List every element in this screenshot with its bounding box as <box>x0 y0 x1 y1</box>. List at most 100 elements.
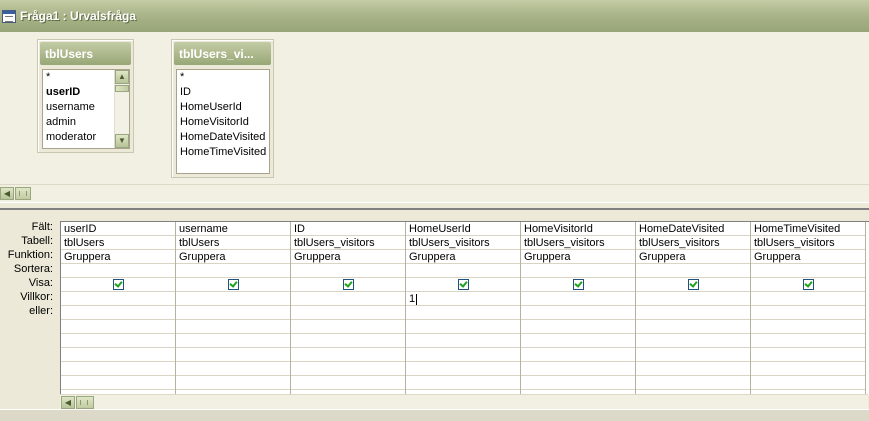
empty-cell[interactable] <box>61 376 175 390</box>
grid-column-7[interactable]: HomeTimeVisited tblUsers_visitors Gruppe… <box>751 222 866 395</box>
show-checkbox[interactable] <box>227 278 239 290</box>
empty-cell[interactable] <box>636 348 750 362</box>
query-window-icon[interactable] <box>2 10 16 23</box>
grid-column-6[interactable]: HomeDateVisited tblUsers_visitors Gruppe… <box>636 222 751 395</box>
criteria-value[interactable]: 1 <box>409 293 415 305</box>
criteria-cell[interactable] <box>636 292 750 306</box>
table-cell[interactable]: tblUsers_visitors <box>636 236 750 250</box>
field-cell[interactable]: HomeTimeVisited <box>751 222 865 236</box>
empty-cell[interactable] <box>61 348 175 362</box>
window-title-bar[interactable]: Fråga1 : Urvalsfråga <box>0 0 869 33</box>
sort-cell[interactable] <box>636 264 750 278</box>
scroll-left-arrow-icon[interactable]: ◀ <box>0 187 14 200</box>
function-cell[interactable]: Gruppera <box>521 250 635 264</box>
field-cell[interactable]: userID <box>61 222 175 236</box>
scrollbar-thumb[interactable] <box>115 85 129 92</box>
show-checkbox[interactable] <box>572 278 584 290</box>
or-cell[interactable] <box>751 306 865 320</box>
sort-cell[interactable] <box>521 264 635 278</box>
empty-cell[interactable] <box>636 376 750 390</box>
field-item[interactable]: ID <box>177 85 269 100</box>
empty-cell[interactable] <box>176 376 290 390</box>
scroll-down-arrow-icon[interactable]: ▼ <box>115 134 129 148</box>
table-cell[interactable]: tblUsers_visitors <box>521 236 635 250</box>
field-cell[interactable]: HomeVisitorId <box>521 222 635 236</box>
scroll-left-arrow-icon[interactable]: ◀ <box>61 396 75 409</box>
sort-cell[interactable] <box>751 264 865 278</box>
show-checkbox[interactable] <box>342 278 354 290</box>
or-cell[interactable] <box>521 306 635 320</box>
field-list-tblUsers[interactable]: tblUsers * userID username admin moderat… <box>37 39 134 153</box>
empty-cell[interactable] <box>61 362 175 376</box>
field-item[interactable]: HomeDateVisited <box>177 130 269 145</box>
show-cell[interactable] <box>291 278 405 292</box>
empty-cell[interactable] <box>521 348 635 362</box>
empty-cell[interactable] <box>291 348 405 362</box>
empty-cell[interactable] <box>176 320 290 334</box>
field-item[interactable]: HomeTimeVisited <box>177 145 269 160</box>
field-list-title[interactable]: tblUsers <box>40 42 131 65</box>
empty-cell[interactable] <box>406 362 520 376</box>
empty-cell[interactable] <box>751 348 865 362</box>
empty-cell[interactable] <box>636 334 750 348</box>
query-design-grid[interactable]: userID tblUsers Gruppera username tblUse… <box>60 221 869 395</box>
empty-cell[interactable] <box>61 320 175 334</box>
field-cell[interactable]: ID <box>291 222 405 236</box>
empty-cell[interactable] <box>636 320 750 334</box>
or-cell[interactable] <box>406 306 520 320</box>
empty-cell[interactable] <box>406 334 520 348</box>
field-list-box[interactable]: * userID username admin moderator ▲ ▼ <box>42 69 130 149</box>
empty-cell[interactable] <box>291 334 405 348</box>
empty-cell[interactable] <box>636 362 750 376</box>
empty-cell[interactable] <box>61 334 175 348</box>
criteria-cell[interactable] <box>751 292 865 306</box>
design-grid-scrollbar[interactable]: ◀ <box>60 394 868 410</box>
table-cell[interactable]: tblUsers_visitors <box>751 236 865 250</box>
criteria-cell[interactable] <box>61 292 175 306</box>
show-cell[interactable] <box>61 278 175 292</box>
show-cell[interactable] <box>176 278 290 292</box>
show-checkbox[interactable] <box>802 278 814 290</box>
grid-column-2[interactable]: username tblUsers Gruppera <box>176 222 291 395</box>
show-checkbox[interactable] <box>112 278 124 290</box>
field-item[interactable]: HomeUserId <box>177 100 269 115</box>
criteria-cell[interactable] <box>291 292 405 306</box>
field-cell[interactable]: HomeDateVisited <box>636 222 750 236</box>
empty-cell[interactable] <box>176 362 290 376</box>
sort-cell[interactable] <box>61 264 175 278</box>
function-cell[interactable]: Gruppera <box>291 250 405 264</box>
empty-cell[interactable] <box>521 320 635 334</box>
sort-cell[interactable] <box>176 264 290 278</box>
empty-cell[interactable] <box>176 348 290 362</box>
criteria-cell[interactable] <box>176 292 290 306</box>
field-cell[interactable]: HomeUserId <box>406 222 520 236</box>
empty-cell[interactable] <box>521 376 635 390</box>
function-cell[interactable]: Gruppera <box>406 250 520 264</box>
empty-cell[interactable] <box>291 320 405 334</box>
show-checkbox[interactable] <box>687 278 699 290</box>
show-cell[interactable] <box>406 278 520 292</box>
sort-cell[interactable] <box>291 264 405 278</box>
empty-cell[interactable] <box>751 376 865 390</box>
grid-column-3[interactable]: ID tblUsers_visitors Gruppera <box>291 222 406 395</box>
field-item[interactable]: HomeVisitorId <box>177 115 269 130</box>
empty-cell[interactable] <box>751 334 865 348</box>
empty-cell[interactable] <box>751 362 865 376</box>
grid-column-5[interactable]: HomeVisitorId tblUsers_visitors Gruppera <box>521 222 636 395</box>
or-cell[interactable] <box>176 306 290 320</box>
field-cell[interactable]: username <box>176 222 290 236</box>
empty-cell[interactable] <box>406 320 520 334</box>
pane-splitter[interactable] <box>0 202 869 210</box>
function-cell[interactable]: Gruppera <box>751 250 865 264</box>
empty-cell[interactable] <box>406 376 520 390</box>
table-cell[interactable]: tblUsers <box>176 236 290 250</box>
empty-cell[interactable] <box>406 348 520 362</box>
grid-column-1[interactable]: userID tblUsers Gruppera <box>61 222 176 395</box>
empty-cell[interactable] <box>521 362 635 376</box>
empty-cell[interactable] <box>751 320 865 334</box>
or-cell[interactable] <box>291 306 405 320</box>
field-list-title[interactable]: tblUsers_vi... <box>174 42 271 65</box>
field-list-box[interactable]: * ID HomeUserId HomeVisitorId HomeDateVi… <box>176 69 270 174</box>
criteria-cell[interactable] <box>521 292 635 306</box>
field-list-scrollbar[interactable]: ▲ ▼ <box>114 70 129 148</box>
